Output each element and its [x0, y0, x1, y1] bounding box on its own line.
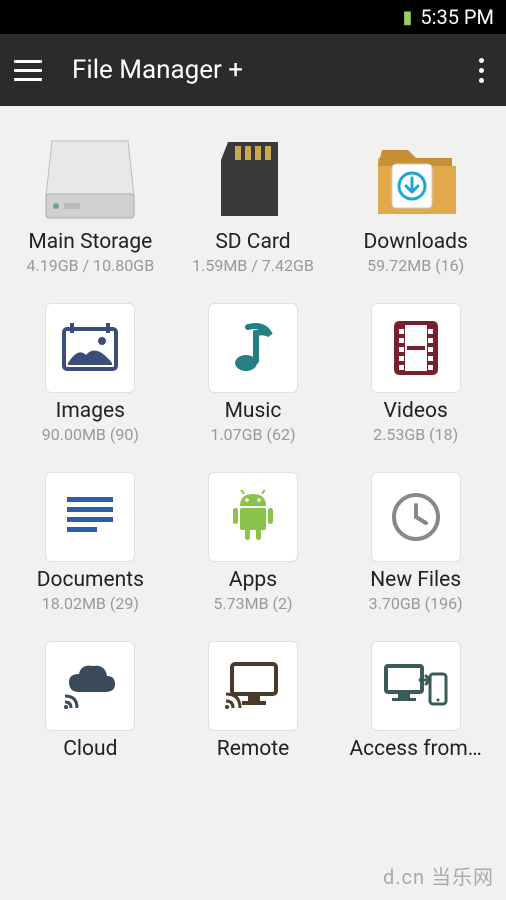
- video-film-icon: [371, 303, 461, 393]
- android-icon: [208, 472, 298, 562]
- hamburger-menu-icon[interactable]: [14, 52, 50, 88]
- watermark: d.cn 当乐网: [383, 861, 494, 890]
- item-sub: 90.00MB (90): [42, 425, 139, 444]
- image-icon: [45, 303, 135, 393]
- item-remote[interactable]: Remote: [175, 641, 332, 763]
- item-sub: 1.59MB / 7.42GB: [192, 256, 314, 275]
- item-sub: 3.70GB (196): [369, 594, 463, 613]
- item-label: Videos: [384, 399, 448, 423]
- item-videos[interactable]: Videos 2.53GB (18): [337, 303, 494, 444]
- item-sub: 4.19GB / 10.80GB: [27, 256, 155, 275]
- overflow-menu-icon[interactable]: [470, 52, 492, 88]
- item-music[interactable]: Music 1.07GB (62): [175, 303, 332, 444]
- item-label: New Files: [370, 568, 461, 592]
- music-note-icon: [208, 303, 298, 393]
- item-label: Access from…: [349, 737, 481, 761]
- item-access-from[interactable]: Access from…: [337, 641, 494, 763]
- app-bar: File Manager +: [0, 34, 506, 106]
- item-label: Images: [56, 399, 125, 423]
- pc-to-phone-icon: [371, 641, 461, 731]
- item-label: Documents: [37, 568, 144, 592]
- item-cloud[interactable]: Cloud: [12, 641, 169, 763]
- item-sd-card[interactable]: SD Card 1.59MB / 7.42GB: [175, 134, 332, 275]
- item-main-storage[interactable]: Main Storage 4.19GB / 10.80GB: [12, 134, 169, 275]
- item-sub: 2.53GB (18): [373, 425, 458, 444]
- status-time: 5:35 PM: [420, 5, 494, 29]
- item-downloads[interactable]: Downloads 59.72MB (16): [337, 134, 494, 275]
- item-new-files[interactable]: New Files 3.70GB (196): [337, 472, 494, 613]
- item-documents[interactable]: Documents 18.02MB (29): [12, 472, 169, 613]
- item-label: Apps: [229, 568, 277, 592]
- item-label: Main Storage: [28, 230, 152, 254]
- storage-grid: Main Storage 4.19GB / 10.80GB SD Card 1.…: [0, 106, 506, 763]
- item-label: Downloads: [364, 230, 468, 254]
- item-sub: 5.73MB (2): [213, 594, 292, 613]
- item-apps[interactable]: Apps 5.73MB (2): [175, 472, 332, 613]
- downloads-folder-icon: [366, 134, 466, 224]
- item-label: Music: [225, 399, 282, 423]
- cloud-cast-icon: [45, 641, 135, 731]
- app-title: File Manager +: [72, 55, 470, 85]
- item-sub: 1.07GB (62): [210, 425, 295, 444]
- status-bar: ▮ 5:35 PM: [0, 0, 506, 34]
- hard-drive-icon: [40, 134, 140, 224]
- sd-card-icon: [203, 134, 303, 224]
- item-images[interactable]: Images 90.00MB (90): [12, 303, 169, 444]
- item-sub: 59.72MB (16): [367, 256, 464, 275]
- monitor-cast-icon: [208, 641, 298, 731]
- document-lines-icon: [45, 472, 135, 562]
- item-sub: 18.02MB (29): [42, 594, 139, 613]
- item-label: Remote: [217, 737, 289, 761]
- clock-icon: [371, 472, 461, 562]
- item-label: SD Card: [215, 230, 290, 254]
- item-label: Cloud: [63, 737, 117, 761]
- battery-icon: ▮: [402, 7, 412, 28]
